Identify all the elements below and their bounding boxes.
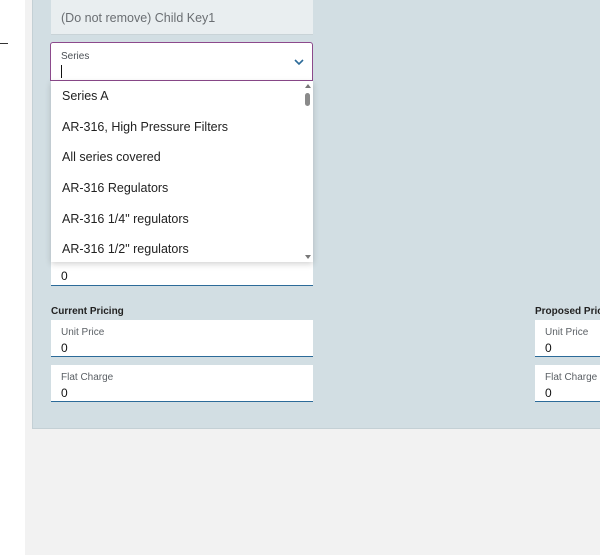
scroll-down-arrow-icon[interactable]	[305, 255, 311, 259]
current-unit-price-value: 0	[61, 341, 68, 355]
proposed-unit-price-field[interactable]: Unit Price 0	[535, 320, 600, 357]
series-option[interactable]: AR-316, High Pressure Filters	[62, 120, 228, 134]
dropdown-scrollbar[interactable]	[303, 81, 313, 262]
current-pricing-title: Current Pricing	[51, 306, 124, 317]
proposed-unit-price-label: Unit Price	[545, 327, 589, 338]
current-flat-charge-value: 0	[61, 386, 68, 400]
series-combobox[interactable]: Series	[50, 42, 313, 81]
series-label: Series	[61, 51, 90, 62]
proposed-flat-charge-value: 0	[545, 386, 552, 400]
current-flat-charge-field[interactable]: Flat Charge 0	[51, 365, 313, 402]
series-option[interactable]: AR-316 1/2" regulators	[62, 242, 189, 256]
child-key-value: (Do not remove) Child Key1	[61, 11, 216, 25]
current-flat-charge-label: Flat Charge	[61, 372, 114, 383]
text-cursor	[61, 65, 62, 78]
proposed-unit-price-value: 0	[545, 341, 552, 355]
scroll-thumb[interactable]	[305, 93, 310, 106]
series-option[interactable]: Series A	[62, 89, 109, 103]
series-dropdown-list[interactable]: Series A AR-316, High Pressure Filters A…	[51, 81, 313, 262]
proposed-pricing-title: Proposed Pricing	[535, 306, 600, 317]
gutter-divider	[0, 43, 8, 44]
series-option[interactable]: AR-316 Regulators	[62, 181, 168, 195]
left-gutter	[0, 0, 25, 555]
series-option[interactable]: All series covered	[62, 150, 161, 164]
chevron-down-icon[interactable]	[293, 57, 305, 67]
proposed-flat-charge-label: Flat Charge	[545, 372, 598, 383]
series-option[interactable]: AR-316 1/4" regulators	[62, 212, 189, 226]
scroll-up-arrow-icon[interactable]	[305, 84, 311, 88]
current-unit-price-field[interactable]: Unit Price 0	[51, 320, 313, 357]
current-unit-price-label: Unit Price	[61, 327, 105, 338]
proposed-flat-charge-field[interactable]: Flat Charge 0	[535, 365, 600, 402]
price-increase-value: 0	[61, 269, 68, 283]
child-key-field: (Do not remove) Child Key1	[51, 0, 313, 35]
